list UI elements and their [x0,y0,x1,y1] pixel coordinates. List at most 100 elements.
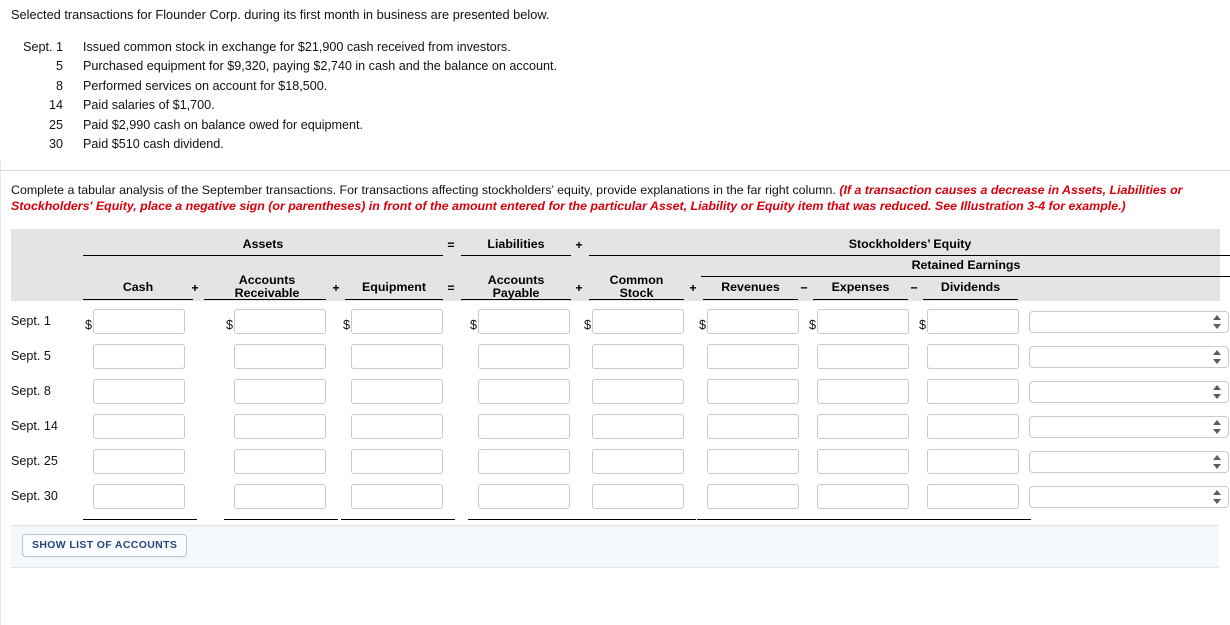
cell-input-sept-14-cash[interactable] [93,413,185,439]
cell-input-sept-25-common-stock[interactable] [592,448,684,474]
liabilities-rule [461,254,571,256]
operator-revenues-minus: − [800,280,808,295]
currency-symbol: $ [343,317,351,332]
explanation-select-sept-14[interactable] [1029,415,1229,438]
operator-expenses-minus: − [910,280,918,295]
cell-input-sept-1-dividends[interactable] [927,308,1019,334]
currency-symbol: $ [85,317,93,332]
transaction-date: 30 [48,137,63,152]
cell-input-sept-1-accounts-payable[interactable] [478,308,570,334]
cell-input-sept-30-accounts-receivable[interactable] [234,483,326,509]
cell-input-sept-1-revenues[interactable] [707,308,799,334]
cash-rule [83,298,193,300]
cell-input-sept-14-accounts-payable[interactable] [478,413,570,439]
cell-input-sept-8-accounts-payable[interactable] [478,378,570,404]
total-top-rule [807,518,921,520]
worksheet-footer-bar: SHOW LIST OF ACCOUNTS [11,524,1219,568]
explanation-select-sept-25[interactable] [1029,450,1229,473]
cell-input-sept-8-cash[interactable] [93,378,185,404]
cell-input-sept-30-common-stock[interactable] [592,483,684,509]
row-label-sept-25: Sept. 25 [11,453,58,468]
currency-symbol: $ [470,317,478,332]
common-stock-rule [589,298,684,300]
cell-input-sept-14-equipment[interactable] [351,413,443,439]
cell-input-sept-30-equipment[interactable] [351,483,443,509]
column-header-accounts-receivable: Accounts Receivable [234,272,300,301]
cell-input-sept-30-revenues[interactable] [707,483,799,509]
cell-input-sept-8-expenses[interactable] [817,378,909,404]
row-label-sept-14: Sept. 14 [11,418,58,433]
cell-input-sept-25-equipment[interactable] [351,448,443,474]
transaction-description: Issued common stock in exchange for $21,… [83,40,511,54]
explanation-select-sept-8[interactable] [1029,380,1229,403]
cell-input-sept-1-accounts-receivable[interactable] [234,308,326,334]
cell-input-sept-1-cash[interactable] [93,308,185,334]
row-label-sept-5: Sept. 5 [11,348,51,363]
column-header-revenues: Revenues [721,279,780,294]
transactions-list: Sept. 1 Issued common stock in exchange … [11,38,557,154]
total-top-rule [468,518,582,520]
transaction-row: Sept. 1 Issued common stock in exchange … [11,38,557,57]
explanation-select-sept-30[interactable] [1029,485,1229,508]
explanation-select-sept-5[interactable] [1029,345,1229,368]
problem-statement: Selected transactions for Flounder Corp.… [0,0,1230,154]
cell-input-sept-8-accounts-receivable[interactable] [234,378,326,404]
cell-input-sept-30-expenses[interactable] [817,483,909,509]
cell-input-sept-30-dividends[interactable] [927,483,1019,509]
cell-input-sept-14-expenses[interactable] [817,413,909,439]
cell-input-sept-25-revenues[interactable] [707,448,799,474]
cell-input-sept-25-accounts-receivable[interactable] [234,448,326,474]
operator-equipment-equals: = [447,280,455,295]
total-top-rule [341,518,455,520]
instruction-text: Complete a tabular analysis of the Septe… [11,183,836,198]
operator-ar-plus: + [332,280,340,295]
column-header-expenses: Expenses [831,279,890,294]
cell-input-sept-5-equipment[interactable] [351,343,443,369]
transaction-description: Purchased equipment for $9,320, paying $… [83,59,558,74]
total-top-rule [917,518,1031,520]
explanation-select-sept-1[interactable] [1029,310,1229,333]
total-top-rule [697,518,811,520]
accounts-payable-rule [461,298,571,300]
cell-input-sept-25-cash[interactable] [93,448,185,474]
cell-input-sept-1-common-stock[interactable] [592,308,684,334]
total-top-rule [224,518,338,520]
transaction-date: 8 [55,78,63,93]
cell-input-sept-8-common-stock[interactable] [592,378,684,404]
total-top-rule [582,518,696,520]
cell-input-sept-8-equipment[interactable] [351,378,443,404]
cell-input-sept-5-accounts-receivable[interactable] [234,343,326,369]
transaction-row: 30 Paid $510 cash dividend. [11,135,557,154]
cell-input-sept-8-revenues[interactable] [707,378,799,404]
cell-input-sept-5-dividends[interactable] [927,343,1019,369]
cell-input-sept-25-accounts-payable[interactable] [478,448,570,474]
cell-input-sept-14-accounts-receivable[interactable] [234,413,326,439]
cell-input-sept-5-accounts-payable[interactable] [478,343,570,369]
cell-input-sept-1-expenses[interactable] [817,308,909,334]
transaction-row: 25 Paid $2,990 cash on balance owed for … [11,116,557,135]
worksheet-header: Assets = Liabilities + Stockholders’ Equ… [11,228,1230,301]
currency-symbol: $ [226,317,234,332]
cell-input-sept-25-expenses[interactable] [817,448,909,474]
cell-input-sept-14-dividends[interactable] [927,413,1019,439]
total-top-rule [83,518,197,520]
equipment-rule [345,298,443,300]
cell-input-sept-30-accounts-payable[interactable] [478,483,570,509]
show-list-of-accounts-button[interactable]: SHOW LIST OF ACCOUNTS [22,533,188,557]
cell-input-sept-14-common-stock[interactable] [592,413,684,439]
cell-input-sept-1-equipment[interactable] [351,308,443,334]
cell-input-sept-5-expenses[interactable] [817,343,909,369]
stockholders-equity-rule [589,254,1230,256]
cell-input-sept-5-revenues[interactable] [707,343,799,369]
cell-input-sept-14-revenues[interactable] [707,413,799,439]
cell-input-sept-8-dividends[interactable] [927,378,1019,404]
cell-input-sept-25-dividends[interactable] [927,448,1019,474]
currency-symbol: $ [584,317,592,332]
cell-input-sept-30-cash[interactable] [93,483,185,509]
instruction-block: Complete a tabular analysis of the Septe… [0,171,1230,214]
cell-input-sept-5-common-stock[interactable] [592,343,684,369]
transaction-description: Performed services on account for $18,50… [83,78,328,93]
expenses-rule [813,298,908,300]
group-header-liabilities: Liabilities [487,236,545,251]
cell-input-sept-5-cash[interactable] [93,343,185,369]
